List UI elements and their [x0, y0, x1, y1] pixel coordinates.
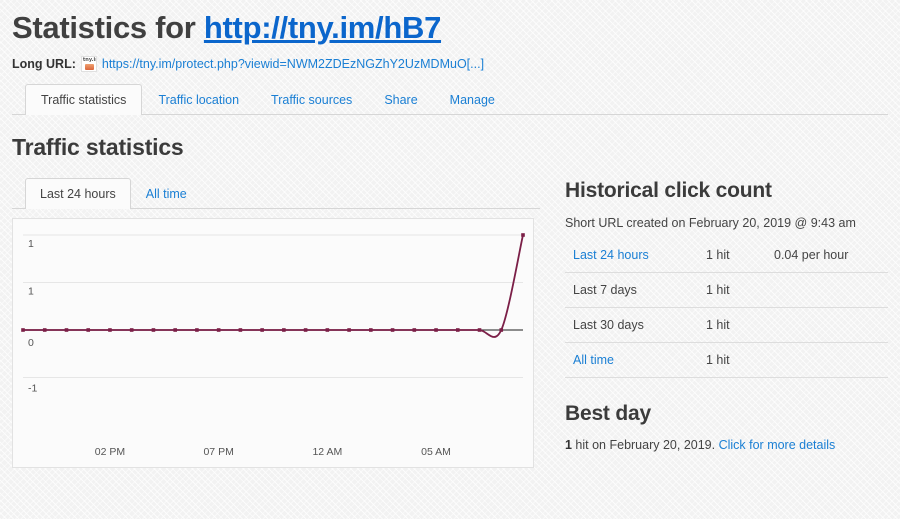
- table-row: Last 24 hours 1 hit 0.04 per hour: [565, 246, 888, 273]
- chart-x-tick-label: 05 AM: [421, 446, 451, 458]
- best-day-details-link[interactable]: Click for more details: [719, 438, 836, 452]
- table-row: All time 1 hit: [565, 342, 888, 378]
- hits-row-rate: [774, 272, 888, 308]
- hits-row-period: Last 30 days: [565, 307, 706, 343]
- tab-share[interactable]: Share: [368, 84, 433, 115]
- chart-y-tick-label: 1: [28, 286, 34, 298]
- chart-data-point[interactable]: [195, 328, 199, 332]
- chart-line-series: [23, 234, 524, 338]
- tab-manage[interactable]: Manage: [434, 84, 511, 115]
- tab-traffic-sources[interactable]: Traffic sources: [255, 84, 368, 115]
- historical-click-count-table: Last 24 hours 1 hit 0.04 per hour Last 7 da…: [565, 246, 888, 378]
- hits-row-rate: [774, 342, 888, 378]
- chart-data-point[interactable]: [477, 328, 482, 332]
- traffic-chart[interactable]: 1 1 0 -1 02 PM 07 PM 12 AM 05 AM: [13, 219, 533, 467]
- hits-row-period-link[interactable]: Last 24 hours: [573, 248, 649, 262]
- chart-range-tab-bar: Last 24 hours All time: [12, 178, 540, 209]
- page-title: Statistics for http://tny.im/hB7: [12, 0, 888, 48]
- chart-data-point[interactable]: [21, 328, 25, 332]
- subtab-all-time[interactable]: All time: [131, 178, 202, 209]
- chart-data-point[interactable]: [86, 328, 91, 332]
- hits-row-period: Last 7 days: [565, 272, 706, 308]
- chart-data-point[interactable]: [260, 328, 264, 332]
- best-day-section: Best day 1 hit on February 20, 2019. Cli…: [565, 401, 888, 453]
- subtab-last-24-hours[interactable]: Last 24 hours: [25, 178, 131, 209]
- best-day-count: 1: [565, 438, 572, 452]
- long-url-row: Long URL: tny.im https://tny.im/protect.…: [12, 56, 888, 72]
- chart-y-tick-label: 1: [28, 238, 34, 250]
- chart-data-point[interactable]: [369, 328, 373, 332]
- long-url-link[interactable]: https://tny.im/protect.php?viewid=NWM2ZD…: [102, 56, 484, 72]
- short-url-created-text: Short URL created on February 20, 2019 @…: [565, 216, 856, 230]
- short-url-link[interactable]: http://tny.im/hB7: [204, 10, 441, 45]
- hits-row-rate: 0.04 per hour: [774, 246, 888, 273]
- content-columns: Last 24 hours All time 1 1 0 -1 02 PM 07 PM 12…: [12, 178, 888, 468]
- hits-row-count: 1 hit: [706, 342, 774, 378]
- chart-column: Last 24 hours All time 1 1 0 -1 02 PM 07 PM 12…: [12, 178, 540, 468]
- historical-click-count-title: Historical click count: [565, 179, 772, 202]
- chart-x-tick-label: 12 AM: [312, 446, 342, 458]
- statistics-page: Statistics for http://tny.im/hB7 Long UR…: [0, 0, 900, 519]
- hits-row-period: Last 24 hours: [565, 246, 706, 273]
- chart-data-point[interactable]: [434, 328, 438, 332]
- chart-y-tick-label: -1: [28, 383, 37, 395]
- section-heading: Traffic statistics: [12, 134, 184, 160]
- hits-row-rate: [774, 307, 888, 343]
- long-url-label: Long URL:: [12, 57, 76, 71]
- chart-data-point[interactable]: [282, 328, 286, 332]
- hits-row-count: 1 hit: [706, 272, 774, 308]
- chart-data-point[interactable]: [129, 328, 134, 332]
- table-row: Last 30 days 1 hit: [565, 307, 888, 343]
- chart-data-point[interactable]: [108, 328, 112, 332]
- hits-row-count: 1 hit: [706, 307, 774, 343]
- tny-im-favicon-icon: tny.im: [80, 56, 97, 72]
- favicon-text: tny.im: [82, 57, 96, 63]
- chart-y-tick-label: 0: [28, 337, 34, 349]
- chart-data-point[interactable]: [64, 328, 69, 332]
- tab-traffic-statistics[interactable]: Traffic statistics: [25, 84, 143, 115]
- chart-data-point[interactable]: [303, 328, 308, 332]
- chart-data-point[interactable]: [412, 328, 417, 332]
- favicon-shape: [84, 64, 94, 70]
- chart-data-point[interactable]: [325, 328, 330, 332]
- chart-data-point[interactable]: [42, 328, 47, 332]
- hits-row-period: All time: [565, 342, 706, 378]
- chart-data-point[interactable]: [390, 328, 395, 332]
- chart-x-tick-label: 02 PM: [95, 446, 125, 458]
- best-day-text: 1 hit on February 20, 2019. Click for mo…: [565, 437, 888, 453]
- chart-data-point[interactable]: [238, 328, 243, 332]
- chart-data-point[interactable]: [521, 233, 525, 237]
- chart-x-tick-label: 07 PM: [203, 446, 233, 458]
- summary-column: Historical click count Short URL created…: [540, 178, 888, 468]
- best-day-middle-text: hit on February 20, 2019.: [571, 438, 719, 452]
- chart-data-point[interactable]: [455, 328, 460, 332]
- main-tab-bar: Traffic statistics Traffic location Traf…: [12, 84, 888, 115]
- chart-data-point[interactable]: [347, 328, 351, 332]
- chart-data-point[interactable]: [499, 328, 504, 332]
- best-day-title: Best day: [565, 402, 651, 425]
- hits-row-count: 1 hit: [706, 246, 774, 273]
- page-title-prefix: Statistics for: [12, 10, 204, 45]
- traffic-chart-panel: 1 1 0 -1 02 PM 07 PM 12 AM 05 AM: [12, 218, 534, 468]
- chart-data-point[interactable]: [216, 328, 221, 332]
- chart-data-point[interactable]: [151, 328, 156, 332]
- hits-row-period-link[interactable]: All time: [573, 353, 614, 367]
- table-row: Last 7 days 1 hit: [565, 272, 888, 308]
- chart-data-point[interactable]: [173, 328, 177, 332]
- tab-traffic-location[interactable]: Traffic location: [142, 84, 255, 115]
